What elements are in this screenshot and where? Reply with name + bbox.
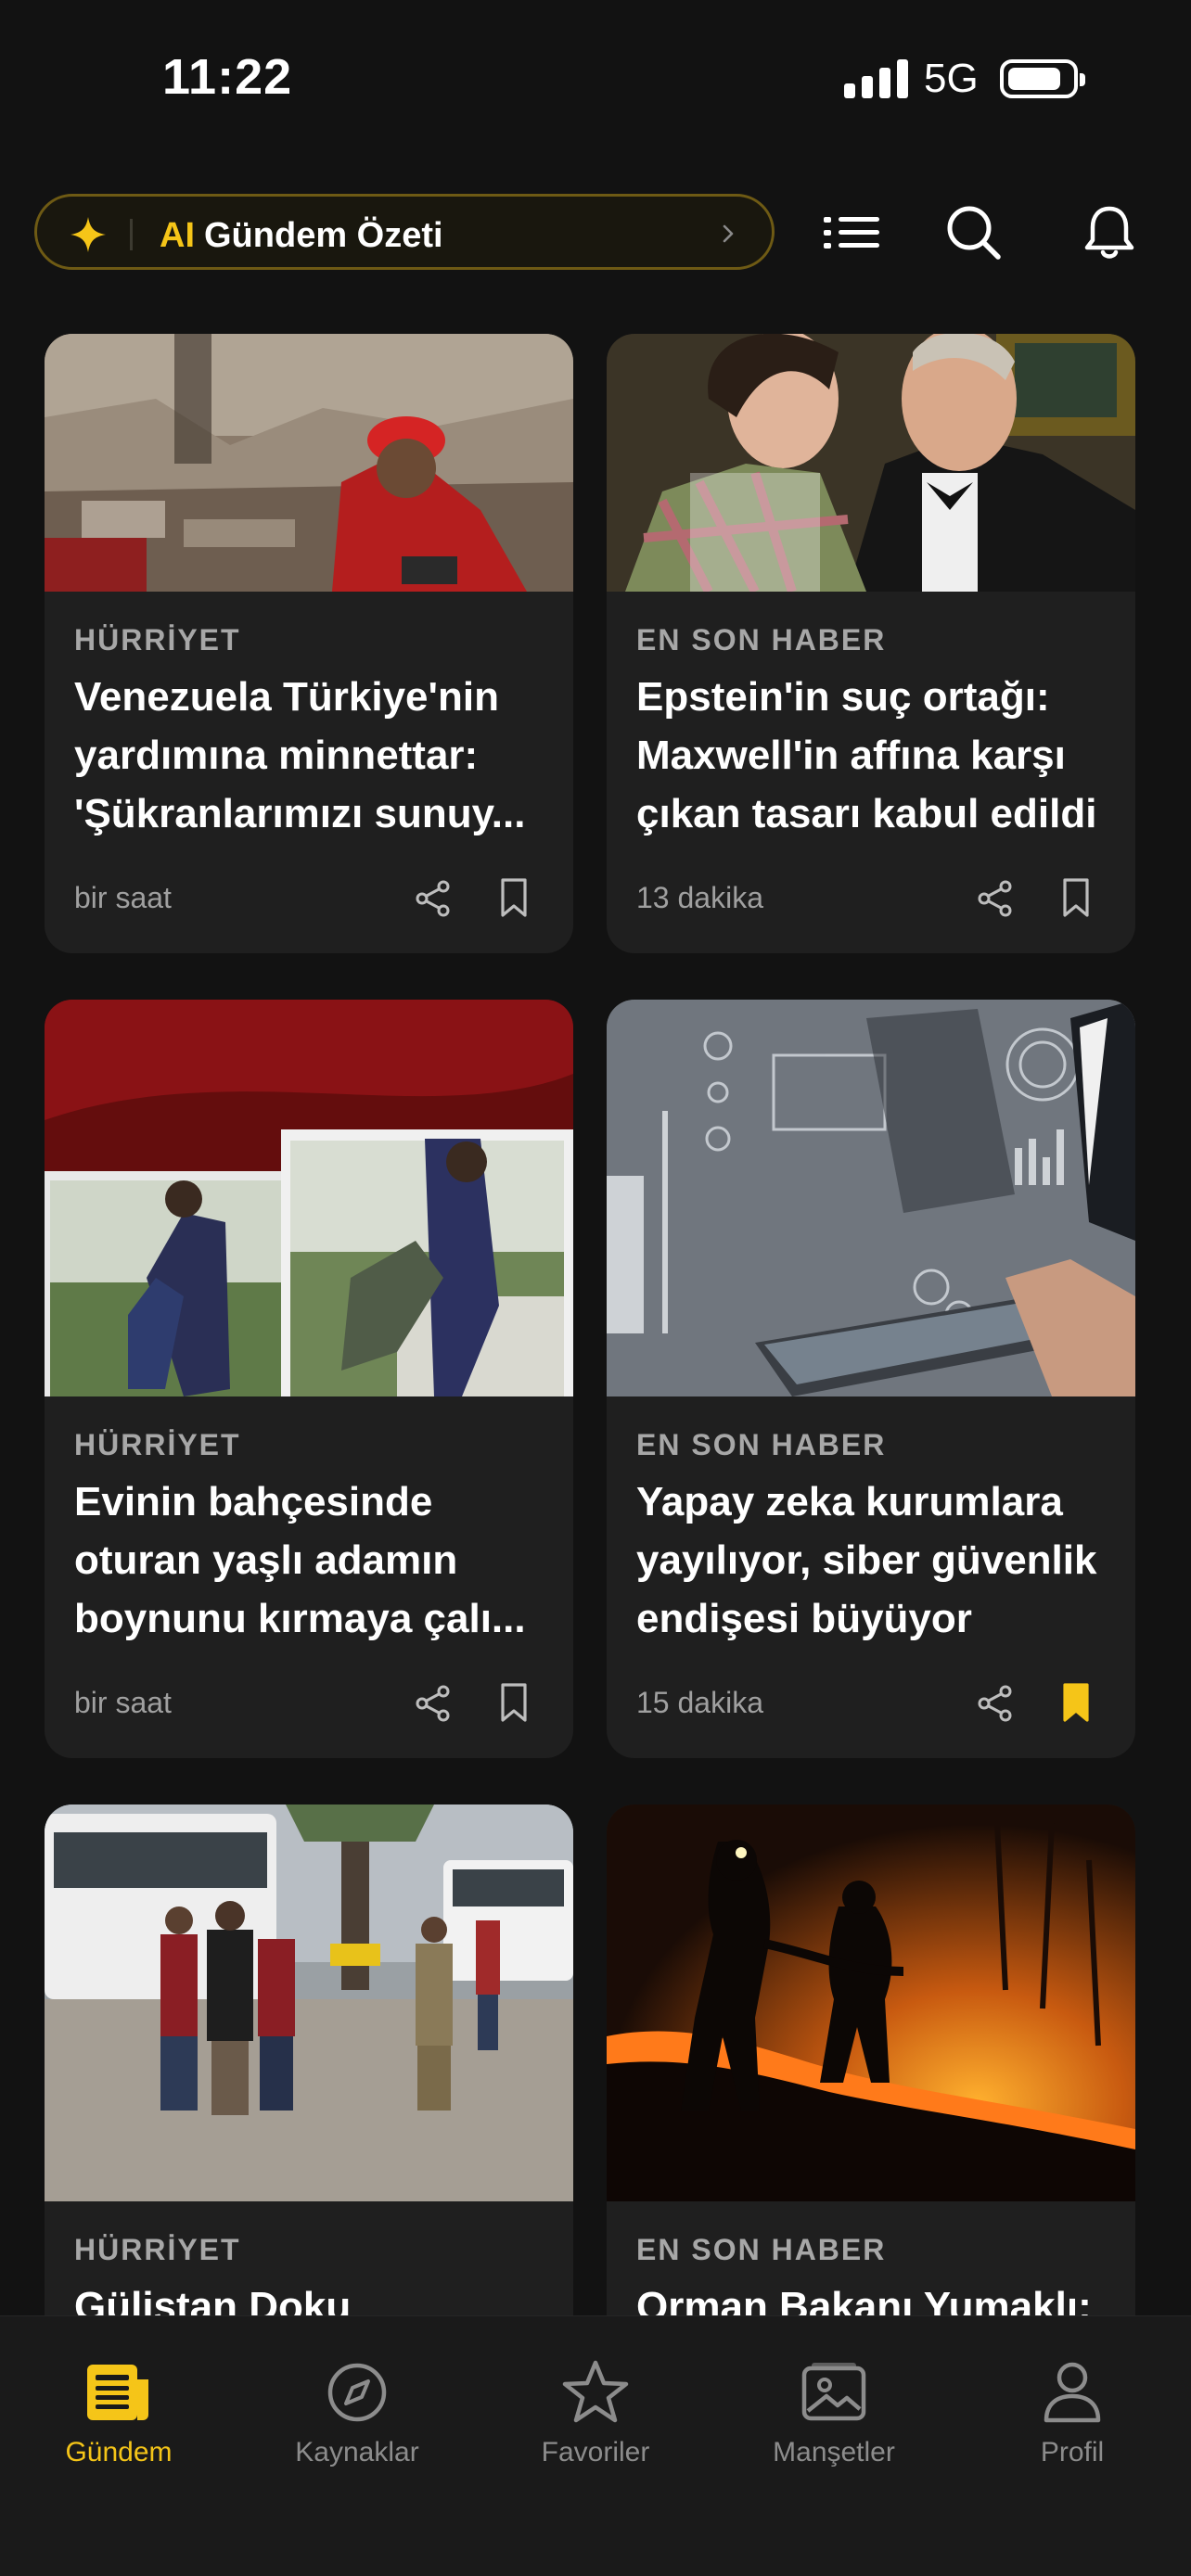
status-bar: 11:22 5G bbox=[0, 0, 1191, 158]
news-source: HÜRRİYET bbox=[74, 2233, 241, 2266]
sparkle-icon bbox=[70, 217, 106, 252]
news-source: HÜRRİYET bbox=[74, 1428, 241, 1461]
bookmark-icon[interactable] bbox=[495, 1682, 532, 1723]
star-icon bbox=[562, 2360, 629, 2423]
news-time: bir saat bbox=[74, 1686, 172, 1719]
status-time: 11:22 bbox=[162, 49, 293, 105]
bell-icon[interactable] bbox=[1080, 203, 1139, 262]
news-title-line: oturan yaşlı adamın bbox=[74, 1537, 458, 1583]
news-title[interactable]: Epstein'in suç ortağı: Maxwell'in affına… bbox=[636, 668, 1109, 843]
tab-label: Profil bbox=[1040, 2437, 1105, 2468]
news-title[interactable]: Evinin bahçesinde oturan yaşlı adamın bo… bbox=[74, 1473, 547, 1648]
pill-divider bbox=[130, 219, 133, 250]
chevron-right-icon bbox=[723, 224, 734, 243]
share-icon[interactable] bbox=[976, 879, 1015, 918]
news-card[interactable]: HÜRRİYET Gülistan Doku bbox=[45, 1804, 573, 2398]
tab-kaynaklar[interactable]: Kaynaklar bbox=[238, 2316, 476, 2502]
news-time: 13 dakika bbox=[636, 881, 763, 914]
news-source: EN SON HABER bbox=[636, 2233, 887, 2266]
news-image bbox=[45, 334, 573, 592]
ai-summary-button[interactable]: AI Gündem Özeti bbox=[34, 194, 775, 270]
news-title[interactable]: Venezuela Türkiye'nin yardımına minnetta… bbox=[74, 668, 547, 843]
share-icon[interactable] bbox=[414, 1684, 453, 1723]
news-title-line: 'Şükranlarımızı sunuy... bbox=[74, 791, 526, 836]
tab-favoriler[interactable]: Favoriler bbox=[477, 2316, 714, 2502]
news-title[interactable]: Yapay zeka kurumlara yayılıyor, siber gü… bbox=[636, 1473, 1109, 1648]
news-image bbox=[607, 334, 1135, 592]
news-image bbox=[607, 1804, 1135, 2201]
news-title-line: çıkan tasarı kabul edildi bbox=[636, 791, 1097, 836]
news-card[interactable]: EN SON HABER Yapay zeka kurumlara yayılı… bbox=[607, 1000, 1135, 1758]
news-source: EN SON HABER bbox=[636, 623, 887, 657]
news-title-line: endişesi büyüyor bbox=[636, 1596, 972, 1641]
list-icon[interactable] bbox=[822, 203, 881, 262]
network-type: 5G bbox=[924, 56, 979, 101]
bookmark-filled-icon[interactable] bbox=[1057, 1682, 1095, 1723]
news-card[interactable]: EN SON HABER Epstein'in suç ortağı: Maxw… bbox=[607, 334, 1135, 953]
news-title-line: Venezuela Türkiye'nin bbox=[74, 674, 499, 720]
news-card[interactable]: EN SON HABER Orman Bakanı Yumaklı: bbox=[607, 1804, 1135, 2398]
tab-label: Favoriler bbox=[541, 2437, 650, 2468]
newspaper-icon bbox=[87, 2365, 148, 2420]
tab-profil[interactable]: Profil bbox=[954, 2316, 1191, 2502]
news-source: EN SON HABER bbox=[636, 1428, 887, 1461]
top-header: AI Gündem Özeti bbox=[0, 190, 1191, 274]
bottom-tab-bar: Gündem Kaynaklar Favoriler Manşetler Pro… bbox=[0, 2315, 1191, 2576]
tab-label: Manşetler bbox=[773, 2437, 895, 2468]
news-card[interactable]: HÜRRİYET Venezuela Türkiye'nin yardımına… bbox=[45, 334, 573, 953]
news-title-line: yayılıyor, siber güvenlik bbox=[636, 1537, 1097, 1583]
news-source: HÜRRİYET bbox=[74, 623, 241, 657]
share-icon[interactable] bbox=[976, 1684, 1015, 1723]
ai-summary-label: AI Gündem Özeti bbox=[160, 216, 443, 256]
news-time: bir saat bbox=[74, 881, 172, 914]
bookmark-icon[interactable] bbox=[1057, 877, 1095, 918]
news-image bbox=[45, 1804, 573, 2201]
person-icon bbox=[1044, 2362, 1101, 2423]
news-image bbox=[607, 1000, 1135, 1396]
search-icon[interactable] bbox=[944, 203, 1004, 262]
news-title-line: Evinin bahçesinde bbox=[74, 1479, 433, 1524]
news-title-line: Epstein'in suç ortağı: bbox=[636, 674, 1050, 720]
tab-label: Kaynaklar bbox=[295, 2437, 419, 2468]
ai-label: AI bbox=[160, 216, 195, 255]
news-title-line: yardımına minnettar: bbox=[74, 733, 479, 778]
gallery-icon bbox=[801, 2363, 866, 2421]
news-card[interactable]: HÜRRİYET Evinin bahçesinde oturan yaşlı … bbox=[45, 1000, 573, 1758]
tab-gundem[interactable]: Gündem bbox=[0, 2316, 237, 2502]
tab-label: Gündem bbox=[65, 2437, 173, 2468]
tab-mansetler[interactable]: Manşetler bbox=[715, 2316, 953, 2502]
news-time: 15 dakika bbox=[636, 1686, 763, 1719]
news-image bbox=[45, 1000, 573, 1396]
summary-label: Gündem Özeti bbox=[204, 216, 443, 255]
news-title-line: Yapay zeka kurumlara bbox=[636, 1479, 1063, 1524]
compass-icon bbox=[327, 2363, 387, 2422]
news-title-line: boynunu kırmaya çalı... bbox=[74, 1596, 526, 1641]
share-icon[interactable] bbox=[414, 879, 453, 918]
news-title-line: Maxwell'in affına karşı bbox=[636, 733, 1066, 778]
bookmark-icon[interactable] bbox=[495, 877, 532, 918]
cellular-signal-icon bbox=[844, 59, 908, 98]
battery-icon bbox=[1000, 59, 1085, 98]
